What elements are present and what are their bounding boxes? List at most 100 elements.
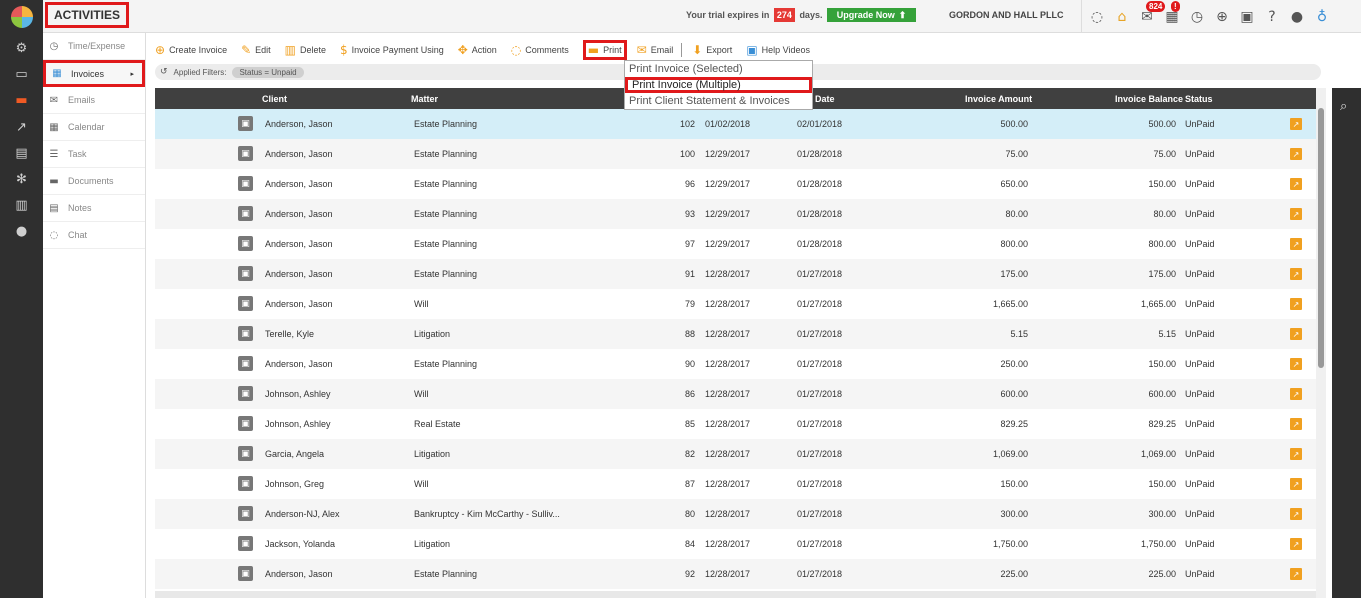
table-row[interactable]: ▣ Anderson, Jason Estate Planning 91 12/28/2…: [155, 259, 1316, 289]
col-header-client[interactable]: Client: [262, 94, 287, 104]
export-button[interactable]: ⬇ Export: [681, 43, 732, 57]
invoice-payment-button[interactable]: $ Invoice Payment Using: [340, 43, 444, 57]
open-invoice-icon[interactable]: ↗: [1290, 448, 1302, 460]
folder-icon[interactable]: ▭: [0, 61, 43, 87]
edit-button[interactable]: ✎ Edit: [241, 43, 271, 57]
lock-icon[interactable]: ▣: [238, 566, 253, 581]
table-row[interactable]: ▣ Anderson, Jason Estate Planning 90 12/28/2…: [155, 349, 1316, 379]
sidemenu-item-notes[interactable]: ▤ Notes: [43, 195, 145, 222]
sidemenu-item-emails[interactable]: ✉ Emails: [43, 87, 145, 114]
sidemenu-item-time-expense[interactable]: ◷ Time/Expense: [43, 33, 145, 60]
open-invoice-icon[interactable]: ↗: [1290, 178, 1302, 190]
app-logo[interactable]: [0, 0, 43, 33]
chat-bubble-icon[interactable]: ◌: [1088, 9, 1106, 25]
user-icon[interactable]: ●: [0, 218, 43, 244]
search-icon[interactable]: ⌕: [1340, 99, 1347, 114]
action-button[interactable]: ✥ Action: [458, 43, 497, 57]
film-icon[interactable]: ▣: [1238, 9, 1256, 25]
table-row[interactable]: ▣ Anderson, Jason Will 79 12/28/2017 01/27/20…: [155, 289, 1316, 319]
bar-chart-icon[interactable]: ▥: [0, 192, 43, 218]
open-invoice-icon[interactable]: ↗: [1290, 118, 1302, 130]
table-row[interactable]: ▣ Anderson, Jason Estate Planning 102 01/02/…: [155, 109, 1316, 139]
lock-icon[interactable]: ▣: [238, 176, 253, 191]
sidemenu-item-calendar[interactable]: ▦ Calendar: [43, 114, 145, 141]
table-row[interactable]: ▣ Johnson, Ashley Real Estate 85 12/28/2017 0…: [155, 409, 1316, 439]
lock-icon[interactable]: ▣: [238, 296, 253, 311]
sidemenu-item-chat[interactable]: ◌ Chat: [43, 222, 145, 249]
cogs-icon[interactable]: ✻: [0, 166, 43, 192]
open-invoice-icon[interactable]: ↗: [1290, 298, 1302, 310]
lock-icon[interactable]: ▣: [238, 356, 253, 371]
mail-icon[interactable]: ✉ 824: [1138, 0, 1166, 25]
lock-icon[interactable]: ▣: [238, 146, 253, 161]
col-header-invoice-balance[interactable]: Invoice Balance: [1115, 94, 1183, 104]
lightbulb-icon[interactable]: ♁: [1313, 9, 1331, 25]
lock-icon[interactable]: ▣: [238, 446, 253, 461]
open-invoice-icon[interactable]: ↗: [1290, 148, 1302, 160]
table-row[interactable]: ▣ Anderson, Jason Estate Planning 96 12/29/2…: [155, 169, 1316, 199]
col-header-due-date[interactable]: Date: [815, 94, 835, 104]
col-header-status[interactable]: Status: [1185, 94, 1213, 104]
col-header-invoice-amount[interactable]: Invoice Amount: [965, 94, 1032, 104]
open-invoice-icon[interactable]: ↗: [1290, 328, 1302, 340]
help-icon[interactable]: ?: [1263, 9, 1281, 25]
open-invoice-icon[interactable]: ↗: [1290, 478, 1302, 490]
sidemenu-item-invoices[interactable]: ▦ Invoices ▸: [43, 60, 145, 87]
book-icon[interactable]: ▤: [0, 140, 43, 166]
plus-circle-icon[interactable]: ⊕: [1213, 9, 1231, 25]
dashboard-icon[interactable]: ⚙: [0, 35, 43, 61]
table-row[interactable]: ▣ Terelle, Kyle Litigation 88 12/28/2017 01/2…: [155, 319, 1316, 349]
open-invoice-icon[interactable]: ↗: [1290, 388, 1302, 400]
print-client-statement-option[interactable]: Print Client Statement & Invoices: [625, 93, 812, 109]
sidemenu-item-documents[interactable]: ▬ Documents: [43, 168, 145, 195]
open-invoice-icon[interactable]: ↗: [1290, 418, 1302, 430]
lock-icon[interactable]: ▣: [238, 386, 253, 401]
table-row[interactable]: ▣ Johnson, Greg Will 87 12/28/2017 01/27/2018…: [155, 469, 1316, 499]
col-header-matter[interactable]: Matter: [411, 94, 438, 104]
help-videos-button[interactable]: ▣ Help Videos: [746, 43, 810, 57]
horizontal-scrollbar[interactable]: [155, 591, 1316, 598]
table-row[interactable]: ▣ Anderson-NJ, Alex Bankruptcy - Kim McCar…: [155, 499, 1316, 529]
open-invoice-icon[interactable]: ↗: [1290, 508, 1302, 520]
bank-icon[interactable]: ⌂: [1113, 9, 1131, 25]
filter-chip[interactable]: Status = Unpaid: [232, 66, 304, 78]
lock-icon[interactable]: ▣: [238, 416, 253, 431]
laptop-icon[interactable]: ▬: [0, 87, 43, 113]
vertical-scrollbar-thumb[interactable]: [1318, 108, 1324, 368]
lock-icon[interactable]: ▣: [238, 506, 253, 521]
open-invoice-icon[interactable]: ↗: [1290, 238, 1302, 250]
open-invoice-icon[interactable]: ↗: [1290, 208, 1302, 220]
lock-icon[interactable]: ▣: [238, 206, 253, 221]
print-invoice-multiple-option[interactable]: Print Invoice (Multiple): [625, 77, 812, 93]
table-row[interactable]: ▣ Johnson, Ashley Will 86 12/28/2017 01/27/20…: [155, 379, 1316, 409]
open-invoice-icon[interactable]: ↗: [1290, 268, 1302, 280]
calendar-icon[interactable]: ▦!: [1163, 0, 1181, 25]
lock-icon[interactable]: ▣: [238, 236, 253, 251]
open-invoice-icon[interactable]: ↗: [1290, 538, 1302, 550]
email-button[interactable]: ✉ Email: [637, 43, 674, 57]
print-invoice-selected-option[interactable]: Print Invoice (Selected): [625, 61, 812, 77]
delete-button[interactable]: ▥ Delete: [285, 43, 326, 57]
lock-icon[interactable]: ▣: [238, 476, 253, 491]
table-row[interactable]: ▣ Jackson, Yolanda Litigation 84 12/28/2017 0…: [155, 529, 1316, 559]
lock-icon[interactable]: ▣: [238, 266, 253, 281]
table-row[interactable]: ▣ Anderson, Jason Estate Planning 97 12/29/2…: [155, 229, 1316, 259]
lock-icon[interactable]: ▣: [238, 326, 253, 341]
lock-icon[interactable]: ▣: [238, 116, 253, 131]
comments-button[interactable]: ◌ Comments: [511, 43, 569, 57]
open-invoice-icon[interactable]: ↗: [1290, 358, 1302, 370]
sidemenu-item-task[interactable]: ☰ Task: [43, 141, 145, 168]
table-row[interactable]: ▣ Anderson, Jason Estate Planning 93 12/29/2…: [155, 199, 1316, 229]
user-profile-icon[interactable]: ●: [1288, 9, 1306, 25]
table-row[interactable]: ▣ Garcia, Angela Litigation 82 12/28/2017 01/…: [155, 439, 1316, 469]
chart-line-icon[interactable]: ↗: [0, 114, 43, 140]
open-invoice-icon[interactable]: ↗: [1290, 568, 1302, 580]
lock-icon[interactable]: ▣: [238, 536, 253, 551]
reset-filters-icon[interactable]: ↺: [160, 67, 168, 77]
table-row[interactable]: ▣ Anderson, Jason Estate Planning 92 12/28/2…: [155, 559, 1316, 589]
table-row[interactable]: ▣ Anderson, Jason Estate Planning 100 12/29/…: [155, 139, 1316, 169]
print-button[interactable]: ▬ Print: [582, 40, 627, 60]
upgrade-button[interactable]: Upgrade Now ⬆: [827, 8, 916, 22]
stopwatch-icon[interactable]: ◷: [1188, 9, 1206, 25]
create-invoice-button[interactable]: ⊕ Create Invoice: [155, 43, 227, 57]
